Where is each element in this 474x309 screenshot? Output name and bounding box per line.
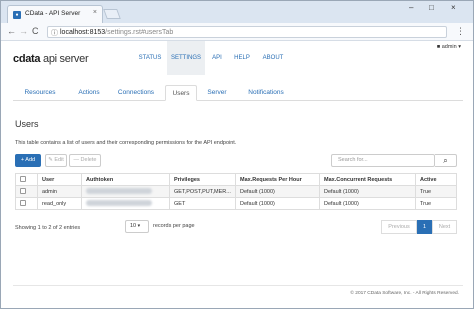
col-active[interactable]: Active (415, 173, 457, 186)
cell-user: read_only (37, 197, 82, 210)
chevron-down-icon: ▾ (137, 223, 141, 229)
tab-connections[interactable]: Connections (111, 85, 161, 101)
row-checkbox[interactable] (20, 188, 26, 195)
cell-max-concurrent: Default (1000) (319, 197, 416, 210)
nav-help[interactable]: HELP (229, 41, 255, 75)
footer-divider (13, 285, 463, 286)
table-header-row: User Authtoken Privileges Max.Requests P… (15, 173, 457, 186)
nav-settings[interactable]: SETTINGS (167, 41, 205, 75)
cell-user: admin (37, 185, 82, 198)
nav-status[interactable]: STATUS (134, 41, 166, 75)
cdata-logo[interactable]: cdata api server (13, 53, 89, 65)
url-path: /settings.rst#usersTab (105, 29, 174, 36)
col-authtoken[interactable]: Authtoken (81, 173, 170, 186)
cell-max-requests: Default (1000) (235, 197, 320, 210)
app-header: cdata api server STATUS SETTINGS API HEL… (1, 41, 473, 75)
delete-button[interactable]: — Delete (69, 154, 101, 167)
previous-page-button[interactable]: Previous (381, 220, 417, 234)
col-max-requests[interactable]: Max.Requests Per Hour (235, 173, 320, 186)
cell-max-requests: Default (1000) (235, 185, 320, 198)
tab-close-icon[interactable]: × (93, 9, 97, 16)
tab-users[interactable]: Users (165, 85, 197, 101)
users-table: User Authtoken Privileges Max.Requests P… (15, 173, 457, 210)
cell-active: True (415, 197, 457, 210)
page-1-button[interactable]: 1 (417, 220, 432, 234)
tab-title: CData - API Server (25, 10, 81, 17)
search-button[interactable]: ⌕ (435, 154, 457, 167)
search-input[interactable]: Search for... (331, 154, 435, 167)
url-host: localhost:8153 (60, 29, 106, 36)
row-select-cell[interactable] (15, 197, 38, 210)
cell-max-concurrent: Default (1000) (319, 185, 416, 198)
cdata-favicon-icon: ● (13, 11, 21, 19)
url-text: localhost:8153/settings.rst#usersTab (60, 29, 173, 36)
select-all-checkbox[interactable] (20, 176, 26, 183)
edit-button[interactable]: ✎ Edit (45, 154, 67, 167)
address-bar: ← → C ⓘ localhost:8153/settings.rst#user… (1, 23, 473, 41)
records-per-page-label: records per page (153, 223, 195, 229)
col-privileges[interactable]: Privileges (169, 173, 236, 186)
back-icon[interactable]: ← (7, 26, 16, 36)
cell-authtoken (81, 185, 170, 198)
browser-tab[interactable]: ● CData - API Server × (7, 5, 103, 23)
settings-tabs: Resources Actions Connections Users Serv… (13, 85, 463, 101)
cell-privileges: GET,POST,PUT,MER... (169, 185, 236, 198)
search-icon: ⌕ (443, 156, 448, 165)
next-page-button[interactable]: Next (432, 220, 457, 234)
authtoken-redacted (86, 200, 152, 207)
authtoken-redacted (86, 188, 152, 195)
add-button[interactable]: + Add (15, 154, 41, 167)
person-icon: ■ (436, 44, 441, 50)
tab-notifications[interactable]: Notifications (237, 85, 295, 101)
col-user[interactable]: User (37, 173, 82, 186)
cell-authtoken (81, 197, 170, 210)
entries-info: Showing 1 to 2 of 2 entries (15, 225, 81, 231)
page-title: Users (15, 119, 39, 129)
section-description: This table contains a list of users and … (15, 140, 237, 146)
user-menu[interactable]: ■ admin ▾ (437, 44, 461, 50)
minimize-icon[interactable]: – (409, 3, 413, 12)
page-size-value: 10 (130, 223, 137, 229)
select-all-header[interactable] (15, 173, 38, 186)
maximize-icon[interactable]: □ (429, 3, 434, 12)
new-tab-button[interactable] (103, 9, 121, 19)
logo-main: cdata (13, 53, 41, 65)
page-size-select[interactable]: 10 ▾ (125, 220, 149, 233)
logo-sub: api server (43, 53, 89, 65)
row-checkbox[interactable] (20, 200, 26, 207)
nav-api[interactable]: API (206, 41, 228, 75)
copyright-text: © 2017 CData Software, Inc. - All Rights… (350, 291, 459, 296)
table-row[interactable]: read_only GET Default (1000) Default (10… (15, 197, 457, 210)
browser-menu-icon[interactable]: ⋮ (456, 26, 465, 37)
row-select-cell[interactable] (15, 185, 38, 198)
close-window-icon[interactable]: × (451, 3, 456, 12)
cell-privileges: GET (169, 197, 236, 210)
nav-about[interactable]: ABOUT (256, 41, 290, 75)
col-max-concurrent[interactable]: Max.Concurrent Requests (319, 173, 416, 186)
reload-icon[interactable]: C (32, 26, 39, 36)
forward-icon[interactable]: → (19, 26, 28, 36)
title-bar: ● CData - API Server × – □ × (1, 1, 473, 23)
cell-active: True (415, 185, 457, 198)
browser-window: ● CData - API Server × – □ × ← → C ⓘ loc… (0, 0, 474, 309)
tab-actions[interactable]: Actions (67, 85, 111, 101)
tab-resources[interactable]: Resources (13, 85, 67, 101)
url-input[interactable]: ⓘ localhost:8153/settings.rst#usersTab (47, 26, 447, 38)
table-row[interactable]: admin GET,POST,PUT,MER... Default (1000)… (15, 185, 457, 198)
user-name: admin ▾ (441, 44, 461, 50)
info-icon[interactable]: ⓘ (51, 28, 58, 38)
tab-server[interactable]: Server (199, 85, 235, 101)
